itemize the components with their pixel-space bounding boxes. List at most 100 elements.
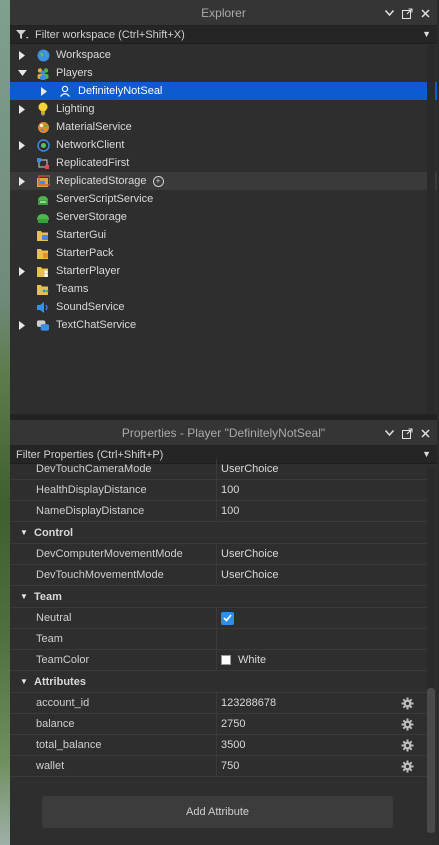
close-icon[interactable] — [419, 6, 431, 20]
gear-icon[interactable] — [401, 697, 414, 710]
properties-grid: DevTouchCameraMode UserChoice HealthDisp… — [10, 459, 428, 777]
teamcolor-value: White — [238, 654, 267, 666]
tree-item-textchatservice[interactable]: TextChatService — [10, 316, 437, 334]
neutral-checkbox[interactable] — [221, 611, 234, 625]
chevron-down-icon[interactable] — [383, 426, 395, 440]
tree-item-serverscriptservice[interactable]: ServerScriptService — [10, 190, 437, 208]
tree-item-definitelynotseal[interactable]: DefinitelyNotSeal — [10, 82, 437, 100]
property-row-team[interactable]: Team — [10, 629, 428, 650]
tree-item-players[interactable]: Players — [10, 64, 437, 82]
tree-item-replicatedstorage[interactable]: ReplicatedStorage + — [10, 172, 437, 190]
explorer-header: Explorer — [10, 0, 437, 26]
section-control[interactable]: ▼ Control — [10, 522, 428, 544]
arrow-spacer — [16, 193, 28, 205]
material-service-icon — [36, 120, 50, 134]
tree-item-label: DefinitelyNotSeal — [78, 85, 163, 97]
collapse-arrow-icon[interactable] — [16, 67, 28, 79]
add-icon[interactable]: + — [152, 175, 164, 187]
dropdown-icon[interactable]: ▼ — [422, 449, 431, 459]
replicated-first-icon — [36, 156, 50, 170]
tree-item-starterplayer[interactable]: StarterPlayer — [10, 262, 437, 280]
property-row-neutral[interactable]: Neutral — [10, 608, 428, 629]
expand-arrow-icon[interactable] — [16, 265, 28, 277]
tree-item-networkclient[interactable]: NetworkClient — [10, 136, 437, 154]
property-row-teamcolor[interactable]: TeamColor White — [10, 650, 428, 671]
explorer-filter-input[interactable]: Filter workspace (Ctrl+Shift+X) ▼ — [10, 26, 437, 44]
color-swatch[interactable] — [221, 655, 231, 665]
tree-item-starterpack[interactable]: StarterPack — [10, 244, 437, 262]
property-value[interactable]: UserChoice — [217, 565, 428, 585]
explorer-scrollbar[interactable] — [427, 45, 435, 414]
tree-item-replicatedfirst[interactable]: ReplicatedFirst — [10, 154, 437, 172]
starter-gui-icon — [36, 228, 50, 242]
tree-item-label: StarterPack — [56, 247, 114, 259]
property-row[interactable]: DevTouchCameraMode UserChoice — [10, 459, 428, 480]
properties-panel: Properties - Player "DefinitelyNotSeal" … — [10, 420, 437, 845]
attribute-name: balance — [10, 714, 217, 734]
property-value[interactable]: UserChoice — [217, 544, 428, 564]
expand-arrow-icon[interactable] — [38, 85, 50, 97]
expand-arrow-icon[interactable] — [16, 103, 28, 115]
dropdown-icon[interactable]: ▼ — [422, 29, 431, 39]
tree-item-label: NetworkClient — [56, 139, 125, 151]
close-icon[interactable] — [419, 426, 431, 440]
chevron-down-icon[interactable] — [383, 6, 395, 20]
tree-item-label: Lighting — [56, 103, 95, 115]
property-row[interactable]: HealthDisplayDistance 100 — [10, 480, 428, 501]
property-value[interactable]: 100 — [217, 501, 428, 521]
arrow-spacer — [16, 301, 28, 313]
attribute-row[interactable]: total_balance 3500 — [10, 735, 428, 756]
expand-arrow-icon[interactable] — [16, 49, 28, 61]
expand-arrow-icon[interactable] — [16, 139, 28, 151]
property-name: Neutral — [10, 608, 217, 628]
gear-icon[interactable] — [401, 718, 414, 731]
property-value[interactable] — [217, 629, 428, 649]
property-row[interactable]: NameDisplayDistance 100 — [10, 501, 428, 522]
attribute-value-text: 3500 — [221, 739, 246, 751]
tree-item-label: ServerScriptService — [56, 193, 154, 205]
tree-item-serverstorage[interactable]: ServerStorage — [10, 208, 437, 226]
gear-icon[interactable] — [401, 760, 414, 773]
property-value[interactable]: White — [217, 650, 428, 670]
attribute-value[interactable]: 750 — [217, 756, 428, 776]
property-value[interactable]: UserChoice — [217, 459, 428, 479]
attribute-name: total_balance — [10, 735, 217, 755]
property-row[interactable]: DevComputerMovementMode UserChoice — [10, 544, 428, 565]
tree-item-label: Teams — [56, 283, 89, 295]
chat-icon — [36, 318, 50, 332]
attribute-value[interactable]: 3500 — [217, 735, 428, 755]
property-name: DevTouchMovementMode — [10, 565, 217, 585]
tree-item-label: Workspace — [56, 49, 111, 61]
attribute-value[interactable]: 2750 — [217, 714, 428, 734]
tree-item-startergui[interactable]: StarterGui — [10, 226, 437, 244]
tree-item-lighting[interactable]: Lighting — [10, 100, 437, 118]
property-name: NameDisplayDistance — [10, 501, 217, 521]
expand-arrow-icon[interactable] — [16, 319, 28, 331]
undock-icon[interactable] — [401, 6, 413, 20]
tree-item-soundservice[interactable]: SoundService — [10, 298, 437, 316]
starter-pack-icon — [36, 246, 50, 260]
tree-item-teams[interactable]: Teams — [10, 280, 437, 298]
explorer-panel: Explorer Filter workspace (Ctrl+Shift+X)… — [10, 0, 437, 414]
attribute-value[interactable]: 123288678 — [217, 693, 428, 713]
add-attribute-button[interactable]: Add Attribute — [42, 796, 393, 828]
property-value[interactable]: 100 — [217, 480, 428, 500]
properties-scrollbar-thumb[interactable] — [427, 688, 435, 833]
tree-item-workspace[interactable]: Workspace — [10, 46, 437, 64]
section-team[interactable]: ▼ Team — [10, 586, 428, 608]
viewport-background-strip — [0, 0, 10, 845]
section-attributes[interactable]: ▼ Attributes — [10, 671, 428, 693]
attribute-row[interactable]: balance 2750 — [10, 714, 428, 735]
tree-item-label: StarterGui — [56, 229, 107, 241]
property-name: DevComputerMovementMode — [10, 544, 217, 564]
teams-icon — [36, 282, 50, 296]
filter-icon — [16, 29, 29, 40]
attribute-row[interactable]: wallet 750 — [10, 756, 428, 777]
undock-icon[interactable] — [401, 426, 413, 440]
attribute-row[interactable]: account_id 123288678 — [10, 693, 428, 714]
gear-icon[interactable] — [401, 739, 414, 752]
property-row[interactable]: DevTouchMovementMode UserChoice — [10, 565, 428, 586]
tree-item-materialservice[interactable]: MaterialService — [10, 118, 437, 136]
add-attribute-label: Add Attribute — [186, 806, 249, 818]
expand-arrow-icon[interactable] — [16, 175, 28, 187]
